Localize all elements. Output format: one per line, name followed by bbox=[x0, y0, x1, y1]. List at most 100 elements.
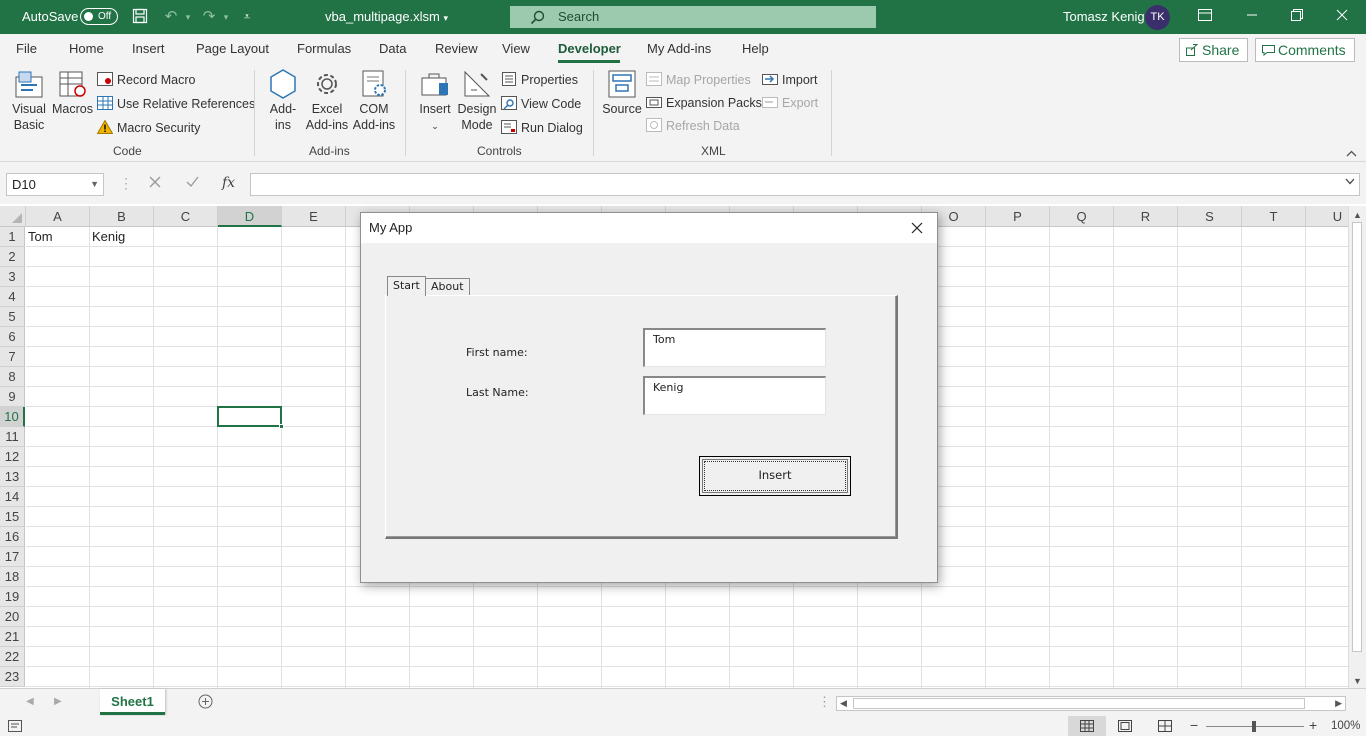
file-name[interactable]: vba_multipage.xlsm ▾ bbox=[325, 9, 448, 24]
column-header[interactable]: D bbox=[218, 206, 282, 227]
tab-my-add-ins[interactable]: My Add-ins bbox=[647, 41, 711, 56]
close-icon[interactable] bbox=[905, 215, 929, 241]
row-header[interactable]: 9 bbox=[0, 387, 25, 407]
tab-split-handle-icon[interactable]: ⋮ bbox=[818, 694, 831, 710]
tab-start[interactable]: Start bbox=[387, 276, 426, 296]
cell-a1[interactable]: Tom bbox=[28, 227, 53, 247]
last-name-field[interactable]: Kenig bbox=[643, 376, 826, 415]
column-header[interactable]: T bbox=[1242, 206, 1306, 227]
map-properties-button[interactable]: Map Properties bbox=[646, 72, 751, 87]
insert-control-button[interactable]: Insert ⌄ bbox=[416, 69, 454, 134]
collapse-ribbon-icon[interactable] bbox=[1346, 146, 1357, 160]
row-header[interactable]: 12 bbox=[0, 447, 25, 467]
add-ins-button[interactable]: Add-ins bbox=[264, 69, 302, 133]
properties-button[interactable]: Properties bbox=[501, 72, 578, 87]
ribbon-display-options-icon[interactable] bbox=[1196, 8, 1214, 26]
row-header[interactable]: 11 bbox=[0, 427, 25, 447]
tab-insert[interactable]: Insert bbox=[132, 41, 165, 56]
row-header[interactable]: 3 bbox=[0, 267, 25, 287]
horizontal-scrollbar[interactable]: ◀ ▶ bbox=[836, 696, 1346, 711]
excel-add-ins-button[interactable]: Excel Add-ins bbox=[304, 69, 350, 133]
row-header[interactable]: 15 bbox=[0, 507, 25, 527]
dialog-title-bar[interactable]: My App bbox=[361, 213, 937, 243]
row-header[interactable]: 10 bbox=[0, 407, 25, 427]
customize-toolbar-icon[interactable]: ⩡ bbox=[238, 8, 256, 26]
insert-button[interactable]: Insert bbox=[699, 456, 851, 496]
save-icon[interactable] bbox=[131, 8, 149, 26]
row-header[interactable]: 6 bbox=[0, 327, 25, 347]
macro-security-button[interactable]: Macro Security bbox=[97, 120, 200, 135]
cell-b1[interactable]: Kenig bbox=[92, 227, 125, 247]
select-all-corner[interactable] bbox=[0, 206, 26, 227]
avatar[interactable]: TK bbox=[1145, 5, 1170, 30]
tab-file[interactable]: File bbox=[16, 41, 37, 56]
view-code-button[interactable]: View Code bbox=[501, 96, 581, 111]
macros-button[interactable]: Macros bbox=[52, 69, 93, 117]
prev-sheet-icon[interactable]: ◀ bbox=[26, 696, 34, 707]
accessibility-icon[interactable] bbox=[8, 720, 22, 735]
user-name[interactable]: Tomasz Kenig bbox=[1063, 9, 1145, 24]
sheet-tab-sheet1[interactable]: Sheet1 bbox=[100, 689, 165, 715]
source-button[interactable]: Source bbox=[602, 69, 642, 117]
close-window-icon[interactable] bbox=[1333, 8, 1351, 26]
design-mode-button[interactable]: Design Mode bbox=[457, 69, 497, 133]
formula-input[interactable] bbox=[250, 173, 1360, 196]
visual-basic-button[interactable]: Visual Basic bbox=[8, 69, 50, 133]
column-header[interactable]: A bbox=[26, 206, 90, 227]
undo-icon[interactable]: ↶ bbox=[162, 8, 180, 26]
page-break-preview-icon[interactable] bbox=[1158, 720, 1172, 735]
first-name-field[interactable]: Tom bbox=[643, 328, 826, 367]
row-header[interactable]: 1 bbox=[0, 227, 25, 247]
name-box[interactable]: D10 ▼ bbox=[6, 173, 104, 196]
column-header[interactable]: Q bbox=[1050, 206, 1114, 227]
tab-help[interactable]: Help bbox=[742, 41, 769, 56]
autosave-toggle[interactable]: Off bbox=[80, 8, 118, 25]
zoom-level[interactable]: 100% bbox=[1331, 720, 1360, 732]
row-header[interactable]: 17 bbox=[0, 547, 25, 567]
row-header[interactable]: 4 bbox=[0, 287, 25, 307]
vertical-scrollbar[interactable]: ▲ ▼ bbox=[1348, 206, 1366, 688]
row-header[interactable]: 13 bbox=[0, 467, 25, 487]
export-button[interactable]: Export bbox=[762, 95, 818, 110]
cancel-entry-icon[interactable] bbox=[149, 175, 161, 191]
redo-dropdown-icon[interactable]: ▾ bbox=[217, 8, 235, 26]
comments-button[interactable]: Comments bbox=[1255, 38, 1355, 62]
zoom-in-icon[interactable]: + bbox=[1309, 717, 1317, 733]
undo-dropdown-icon[interactable]: ▾ bbox=[179, 8, 197, 26]
run-dialog-button[interactable]: Run Dialog bbox=[501, 120, 583, 135]
row-header[interactable]: 19 bbox=[0, 587, 25, 607]
use-relative-references-button[interactable]: Use Relative References bbox=[97, 96, 255, 111]
row-header[interactable]: 22 bbox=[0, 647, 25, 667]
column-header[interactable]: S bbox=[1178, 206, 1242, 227]
restore-icon[interactable] bbox=[1288, 8, 1306, 26]
fill-handle[interactable] bbox=[279, 424, 284, 429]
column-header[interactable]: R bbox=[1114, 206, 1178, 227]
tab-home[interactable]: Home bbox=[69, 41, 104, 56]
com-add-ins-button[interactable]: COM Add-ins bbox=[351, 69, 397, 133]
tab-data[interactable]: Data bbox=[379, 41, 406, 56]
row-header[interactable]: 14 bbox=[0, 487, 25, 507]
normal-view-button[interactable] bbox=[1068, 716, 1106, 736]
import-button[interactable]: Import bbox=[762, 72, 817, 87]
column-header[interactable]: P bbox=[986, 206, 1050, 227]
tab-review[interactable]: Review bbox=[435, 41, 478, 56]
zoom-slider[interactable] bbox=[1206, 721, 1304, 732]
tab-formulas[interactable]: Formulas bbox=[297, 41, 351, 56]
column-header[interactable]: B bbox=[90, 206, 154, 227]
zoom-slider-thumb[interactable] bbox=[1252, 721, 1256, 732]
column-header[interactable]: U bbox=[1306, 206, 1348, 227]
column-header[interactable]: C bbox=[154, 206, 218, 227]
active-cell-d10[interactable] bbox=[217, 406, 284, 429]
vertical-scroll-thumb[interactable] bbox=[1352, 222, 1362, 652]
expansion-packs-button[interactable]: Expansion Packs bbox=[646, 95, 762, 110]
row-header[interactable]: 7 bbox=[0, 347, 25, 367]
refresh-data-button[interactable]: Refresh Data bbox=[646, 118, 740, 133]
tab-page-layout[interactable]: Page Layout bbox=[196, 41, 269, 56]
row-header[interactable]: 8 bbox=[0, 367, 25, 387]
search-box[interactable]: Search bbox=[510, 6, 876, 28]
row-header[interactable]: 23 bbox=[0, 667, 25, 687]
minimize-icon[interactable] bbox=[1243, 8, 1261, 26]
row-header[interactable]: 21 bbox=[0, 627, 25, 647]
insert-function-icon[interactable]: fx bbox=[222, 175, 235, 191]
row-header[interactable]: 20 bbox=[0, 607, 25, 627]
